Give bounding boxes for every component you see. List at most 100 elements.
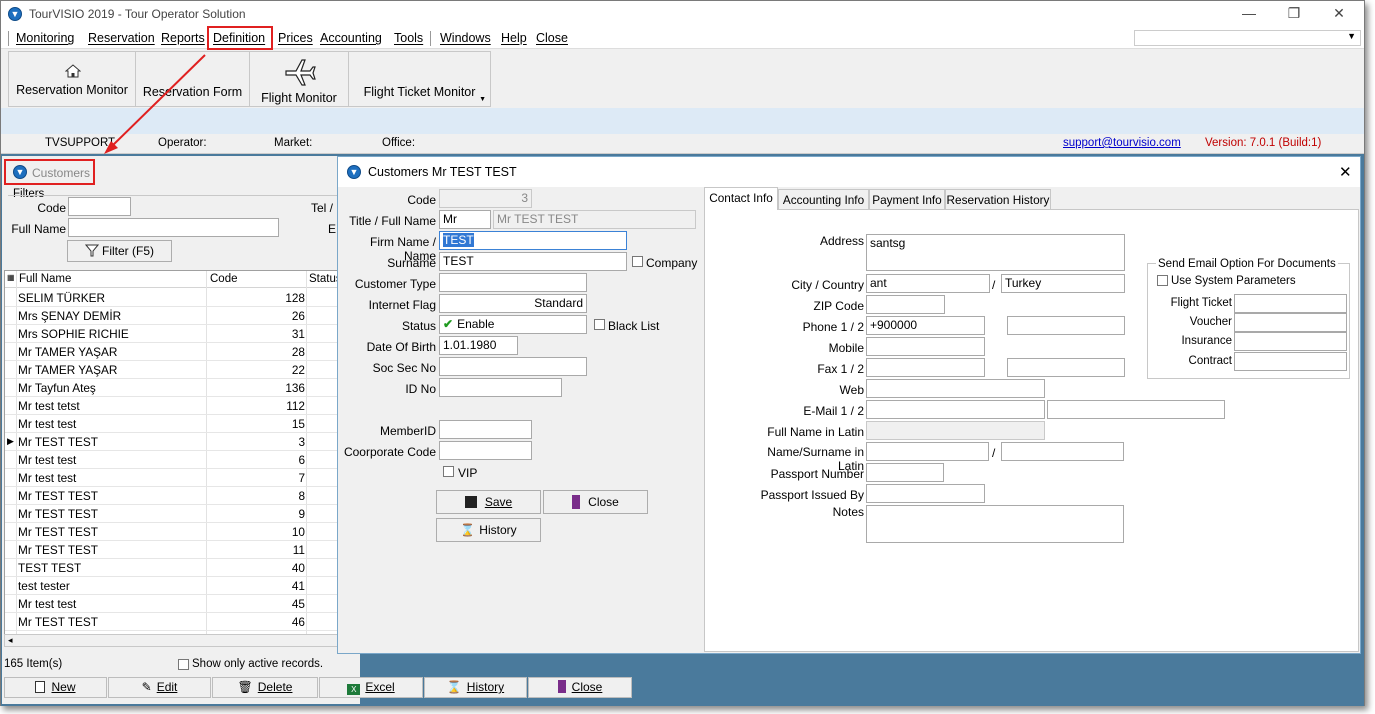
maximize-button[interactable]: ❐ [1284,4,1304,22]
excel-button[interactable]: X Excel [319,677,423,698]
tab-contact-info[interactable]: Contact Info [704,187,778,210]
new-button[interactable]: New [4,677,107,698]
table-row[interactable]: ▶ Mr TEST TEST 3 [5,433,337,451]
menu-windows[interactable]: Windows [437,30,494,47]
soc-sec-field[interactable] [439,357,587,376]
passport-issued-field[interactable] [866,484,985,503]
edit-button[interactable]: ✎ Edit [108,677,211,698]
menu-accounting[interactable]: Accounting [317,30,385,47]
table-row[interactable]: Mr test test 45 [5,595,337,613]
member-id-field[interactable] [439,420,532,439]
tab-reservation-history[interactable]: Reservation History [945,189,1051,210]
contract-field[interactable] [1234,352,1347,371]
window-title: TourVISIO 2019 - Tour Operator Solution [29,7,246,21]
company-checkbox[interactable] [632,256,643,267]
corp-code-label: Coorporate Code [343,445,436,459]
fax2-field[interactable] [1007,358,1125,377]
fullname-field: Mr TEST TEST [493,210,696,229]
col-code[interactable]: Code [210,273,238,285]
menu-reservation[interactable]: Reservation [85,30,158,47]
history-list-button[interactable]: ⌛ History [424,677,527,698]
history-button[interactable]: ⌛ History [436,518,541,542]
table-row[interactable]: Mr test test 15 [5,415,337,433]
email2-field[interactable] [1047,400,1225,419]
table-row[interactable]: SELIM TÜRKER 128 [5,289,337,307]
zip-field[interactable] [866,295,945,314]
menu-help[interactable]: Help [498,30,530,47]
save-button-label: Save [484,495,513,509]
menu-monitoring[interactable]: Monitoring [13,30,77,47]
flight-ticket-field[interactable] [1234,294,1347,313]
close-window-button[interactable]: ✕ [1329,4,1349,22]
status-field[interactable]: ✔ Enable [439,315,587,334]
black-list-checkbox[interactable] [594,319,605,330]
fax1-field[interactable] [866,358,985,377]
city-field[interactable]: ant [866,274,990,293]
table-row[interactable]: test tester 41 [5,577,337,595]
table-row[interactable]: Mr TEST TEST 46 [5,613,337,631]
menu-close[interactable]: Close [533,30,571,47]
passport-no-field[interactable] [866,463,944,482]
firm-name-field[interactable]: TEST [439,231,627,250]
name-latin-field[interactable] [866,442,989,461]
filter-button[interactable]: Filter (F5) [67,240,172,262]
address-field[interactable]: santsg [866,234,1125,271]
tab-accounting-info[interactable]: Accounting Info [778,189,869,210]
fullname-filter-input[interactable] [68,218,279,237]
id-no-field[interactable] [439,378,562,397]
delete-button[interactable]: 🗑 Delete [212,677,318,698]
notes-field[interactable] [866,505,1124,543]
table-row[interactable]: Mrs SOPHIE RICHIE 31 [5,325,337,343]
table-row[interactable]: Mr test test 6 [5,451,337,469]
table-row[interactable]: Mr test tetst 112 [5,397,337,415]
surname-latin-field[interactable] [1001,442,1124,461]
flight-ticket-monitor-button[interactable]: Flight Ticket Monitor ▼ [348,51,491,107]
close-button[interactable]: Close [543,490,648,514]
table-row[interactable]: TEST TEST 40 [5,559,337,577]
show-active-checkbox[interactable] [178,659,189,670]
col-fullname[interactable]: Full Name [19,273,71,285]
table-row[interactable]: Mr test test 7 [5,469,337,487]
table-row[interactable]: Mr TAMER YAŞAR 22 [5,361,337,379]
menu-prices[interactable]: Prices [275,30,316,47]
menu-combo[interactable]: ▼ [1134,30,1361,46]
minimize-button[interactable]: — [1239,4,1259,22]
table-row[interactable]: Mr TAMER YAŞAR 28 [5,343,337,361]
customer-type-field[interactable] [439,273,587,292]
insurance-field[interactable] [1234,332,1347,351]
dialog-close-icon[interactable]: ✕ [1339,163,1352,181]
save-button[interactable]: Save [436,490,541,514]
title-field[interactable]: Mr [439,210,491,229]
support-email-link[interactable]: support@tourvisio.com [1063,137,1181,149]
voucher-field[interactable] [1234,313,1347,332]
menu-tools[interactable]: Tools [391,30,426,47]
menu-reports[interactable]: Reports [158,30,208,47]
mobile-field[interactable] [866,337,985,356]
col-status[interactable]: Status [309,273,337,285]
customers-grid[interactable]: ▦ Full Name Code Status SELIM TÜRKER 128 M… [4,270,338,647]
grid-horizontal-scrollbar[interactable]: ◂ [4,634,338,647]
table-row[interactable]: Mr Tayfun Ateş 136 [5,379,337,397]
phone1-field[interactable]: +900000 [866,316,985,335]
dob-field[interactable]: 1.01.1980 [439,336,518,355]
close-list-button[interactable]: Close [528,677,632,698]
flight-monitor-button[interactable]: Flight Monitor [249,51,349,107]
new-button-label: New [51,680,76,694]
table-row[interactable]: Mr TEST TEST 11 [5,541,337,559]
internet-flag-field[interactable]: Standard [439,294,587,313]
table-row[interactable]: Mr TEST TEST 8 [5,487,337,505]
tab-payment-info[interactable]: Payment Info [869,189,945,210]
table-row[interactable]: Mrs ŞENAY DEMİR 26 [5,307,337,325]
surname-field[interactable]: TEST [439,252,627,271]
email1-field[interactable] [866,400,1045,419]
table-row[interactable]: Mr TEST TEST 9 [5,505,337,523]
country-field[interactable]: Turkey [1001,274,1125,293]
web-field[interactable] [866,379,1045,398]
phone2-field[interactable] [1007,316,1125,335]
use-system-params-checkbox[interactable] [1157,275,1168,286]
vip-checkbox[interactable] [443,466,454,477]
scroll-left-icon[interactable]: ◂ [8,635,13,646]
code-filter-input[interactable] [68,197,131,216]
table-row[interactable]: Mr TEST TEST 10 [5,523,337,541]
corp-code-field[interactable] [439,441,532,460]
